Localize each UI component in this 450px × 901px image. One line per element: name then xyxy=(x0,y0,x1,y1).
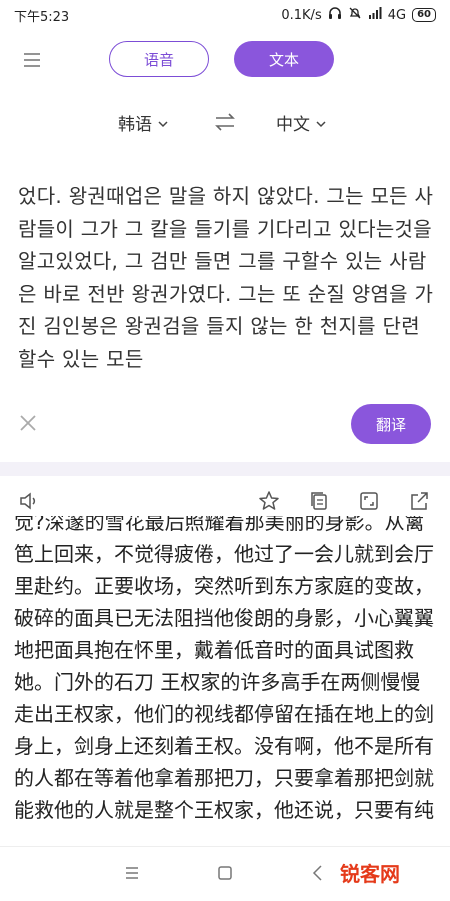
fullscreen-icon[interactable] xyxy=(358,490,380,512)
clear-icon[interactable] xyxy=(17,412,39,434)
headphone-icon xyxy=(328,6,342,24)
chevron-down-icon xyxy=(316,113,326,133)
menu-icon[interactable] xyxy=(22,50,42,70)
star-icon[interactable] xyxy=(258,490,280,512)
source-language-label: 韩语 xyxy=(118,115,152,135)
voice-mode-button[interactable]: 语音 xyxy=(109,41,209,77)
battery-icon: 60 xyxy=(412,8,436,22)
watermark-logo: 锐客网 xyxy=(340,861,400,886)
translation-result: 觉?深邃的雪花最后照耀着那美丽的身影。从篱笆上回来，不觉得疲倦，他过了一会儿就到… xyxy=(14,516,440,846)
copy-icon[interactable] xyxy=(308,490,330,512)
nav-menu-icon[interactable] xyxy=(122,863,142,883)
chevron-down-icon xyxy=(158,113,168,133)
top-bar: 语音 文本 xyxy=(0,38,450,82)
status-time: 下午5:23 xyxy=(14,9,70,25)
source-text-input[interactable]: 었다. 왕권때업은 말을 하지 않았다. 그는 모든 사람들이 그가 그 칼을 … xyxy=(18,180,438,375)
target-language-label: 中文 xyxy=(276,115,310,135)
nav-home-icon[interactable] xyxy=(215,863,235,883)
translate-button[interactable]: 翻译 xyxy=(351,404,431,444)
swap-languages-icon[interactable] xyxy=(214,112,236,132)
text-mode-button[interactable]: 文本 xyxy=(234,41,334,77)
signal-icon xyxy=(368,6,382,24)
result-toolbar xyxy=(0,486,450,516)
network-type: 4G xyxy=(387,7,407,23)
translation-result-text: 觉?深邃的雪花最后照耀着那美丽的身影。从篱笆上回来，不觉得疲倦，他过了一会儿就到… xyxy=(14,516,434,822)
speaker-icon[interactable] xyxy=(18,490,40,512)
language-selector: 韩语 中文 xyxy=(0,108,450,138)
status-bar: 下午5:23 0.1K/s 4G 60 xyxy=(0,0,450,30)
mute-icon xyxy=(348,6,362,24)
nav-back-icon[interactable] xyxy=(308,863,328,883)
section-divider xyxy=(0,462,450,476)
source-language-select[interactable]: 韩语 xyxy=(118,110,168,135)
share-icon[interactable] xyxy=(408,490,430,512)
status-indicators: 0.1K/s 4G 60 xyxy=(281,6,436,24)
target-language-select[interactable]: 中文 xyxy=(276,110,326,135)
network-speed: 0.1K/s xyxy=(281,7,322,23)
